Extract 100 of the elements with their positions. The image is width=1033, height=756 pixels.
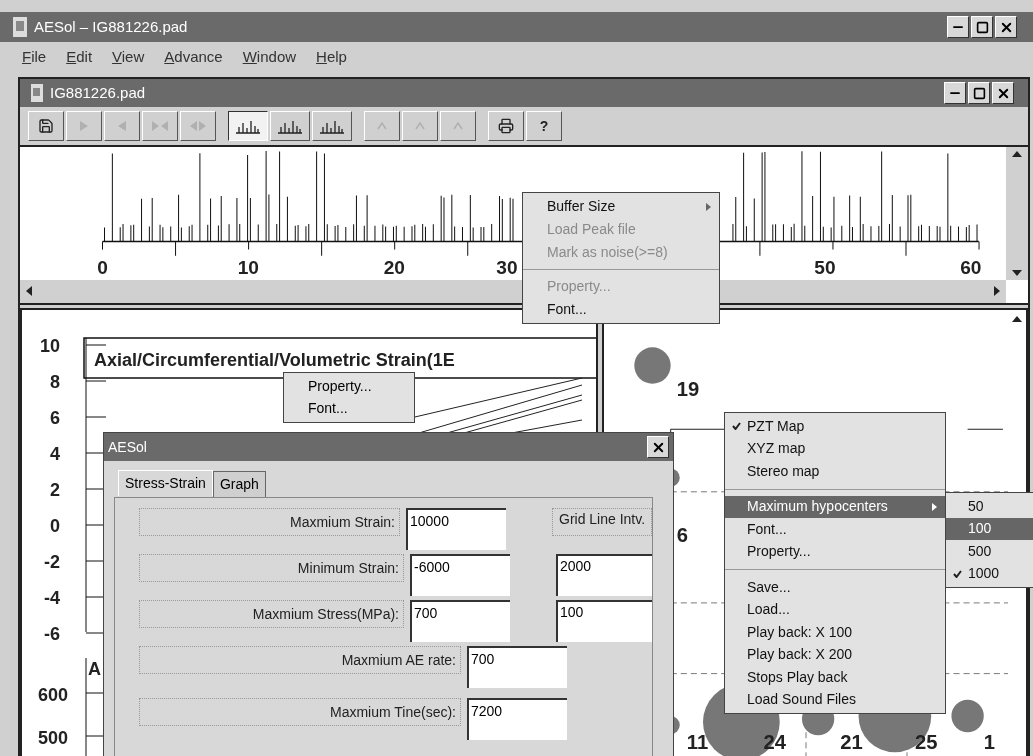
dialog-title: AESol — [108, 437, 148, 457]
input-field[interactable]: 700 — [410, 600, 510, 642]
close-button[interactable] — [647, 436, 669, 458]
menu-option[interactable]: 50 — [946, 495, 1033, 518]
field-label: Maxmium AE rate: — [139, 646, 461, 674]
menu-option[interactable]: Save... — [725, 576, 945, 599]
toolbar-button[interactable] — [228, 111, 268, 141]
axis-label: 10 — [39, 336, 60, 356]
menu-option[interactable]: Load... — [725, 598, 945, 621]
skip-icon — [152, 121, 168, 131]
toolbar-button[interactable]: ? — [526, 111, 562, 141]
reverse-icon — [118, 121, 126, 131]
axis-label: 500 — [37, 728, 68, 748]
menu-option[interactable]: Font... — [284, 397, 414, 419]
axis-label: 0 — [50, 516, 60, 536]
input-field[interactable]: -6000 — [410, 554, 510, 596]
menu-item[interactable]: Window — [242, 45, 297, 69]
chart-title: Axial/Circumferential/Volumetric Strain(1E — [94, 350, 455, 370]
save-icon — [38, 118, 54, 134]
axis-label: 6 — [50, 408, 60, 428]
axis-label: -6 — [44, 624, 60, 644]
field-label: Maxmium Stress(MPa): — [139, 600, 404, 628]
maximize-icon — [975, 20, 989, 34]
menu-option[interactable]: Font... — [725, 518, 945, 541]
map-label: 1 — [983, 731, 995, 754]
menu-option[interactable]: Property... — [284, 375, 414, 397]
input-field[interactable]: 2000 — [556, 554, 652, 596]
menu-option[interactable]: 500 — [946, 540, 1033, 563]
dialog-tab[interactable]: Graph — [212, 471, 266, 497]
chart-icon — [277, 118, 303, 134]
menu-item[interactable]: Help — [316, 45, 347, 69]
menu-item[interactable]: Edit — [66, 45, 93, 69]
app-icon — [12, 16, 28, 38]
close-button[interactable] — [992, 82, 1014, 104]
scroll-up-icon — [1012, 316, 1022, 322]
menu-option[interactable]: 1000 — [946, 562, 1033, 585]
maximize-button[interactable] — [971, 16, 993, 38]
close-button[interactable] — [995, 16, 1017, 38]
menu-option[interactable]: Stops Play back — [725, 666, 945, 689]
step-icon — [190, 121, 206, 131]
menu-option[interactable]: XYZ map — [725, 437, 945, 460]
map-label: 19 — [676, 377, 700, 400]
chart-title: A — [88, 659, 101, 679]
play-icon — [80, 121, 88, 131]
input-field[interactable]: 700 — [467, 646, 567, 688]
scroll-right-icon — [994, 286, 1000, 297]
menu-option[interactable]: Stereo map — [725, 460, 945, 483]
scroll-down-icon — [1012, 269, 1022, 276]
input-field[interactable]: 100 — [556, 600, 652, 642]
scroll-up-icon — [1012, 151, 1022, 157]
menu-option[interactable]: Play back: X 200 — [725, 643, 945, 666]
check-icon — [952, 569, 962, 578]
maximize-icon — [972, 86, 986, 100]
axis-label: 8 — [50, 372, 60, 392]
input-field[interactable]: 7200 — [467, 698, 567, 740]
menu-option[interactable]: Font... — [523, 298, 719, 321]
menu-item[interactable]: Advance — [164, 45, 223, 69]
vertical-scrollbar[interactable] — [1006, 147, 1028, 280]
check-icon — [731, 422, 741, 431]
window-title: AESol – IG881226.pad — [34, 16, 189, 37]
axis-label: 4 — [50, 444, 60, 464]
menu-option[interactable]: PZT Map — [725, 415, 945, 438]
axis-label: 2 — [50, 480, 60, 500]
minimize-button[interactable] — [947, 16, 969, 38]
dialog-tab[interactable]: Stress-Strain — [118, 470, 213, 496]
chart-icon — [235, 118, 261, 134]
input-field[interactable]: 10000 — [406, 508, 506, 550]
maximize-button[interactable] — [968, 82, 990, 104]
axis-label: 60 — [960, 256, 982, 278]
field-label: Maxmium Strain: — [139, 508, 400, 536]
axis-label: 20 — [383, 256, 405, 278]
map-label: 21 — [840, 731, 863, 754]
menu-item[interactable]: View — [112, 45, 145, 69]
menu-option[interactable]: Load Sound Files — [725, 688, 945, 711]
axis-label: -2 — [44, 552, 60, 572]
menu-option[interactable]: Maximum hypocenters — [725, 495, 945, 518]
field-label: Minimum Strain: — [139, 554, 404, 582]
map-label: 6 — [676, 524, 688, 547]
axis-label: -4 — [44, 588, 60, 608]
menu-option[interactable]: 100 — [946, 517, 1033, 540]
submenu-arrow-icon — [932, 502, 937, 511]
field-label: Maxmium Tine(sec): — [139, 698, 461, 726]
menu-item[interactable]: File — [22, 45, 47, 69]
scroll-left-icon — [26, 286, 32, 297]
submenu-arrow-icon — [706, 202, 711, 211]
chart-icon — [319, 118, 345, 134]
document-title: IG881226.pad — [50, 82, 147, 103]
document-icon — [30, 83, 44, 103]
field-label: Grid Line Intv. — [552, 508, 652, 536]
map-label: 11 — [686, 731, 709, 754]
printer-icon — [498, 118, 514, 134]
axis-label: 50 — [814, 256, 836, 278]
axis-label: 0 — [97, 256, 108, 278]
menu-option[interactable]: Property... — [725, 540, 945, 563]
axis-label: 10 — [237, 256, 259, 278]
menu-option[interactable]: Play back: X 100 — [725, 621, 945, 644]
menu-option[interactable]: Buffer Size — [523, 195, 719, 218]
axis-label: 30 — [496, 256, 518, 278]
minimize-button[interactable] — [944, 82, 966, 104]
axis-label: 600 — [37, 685, 68, 705]
